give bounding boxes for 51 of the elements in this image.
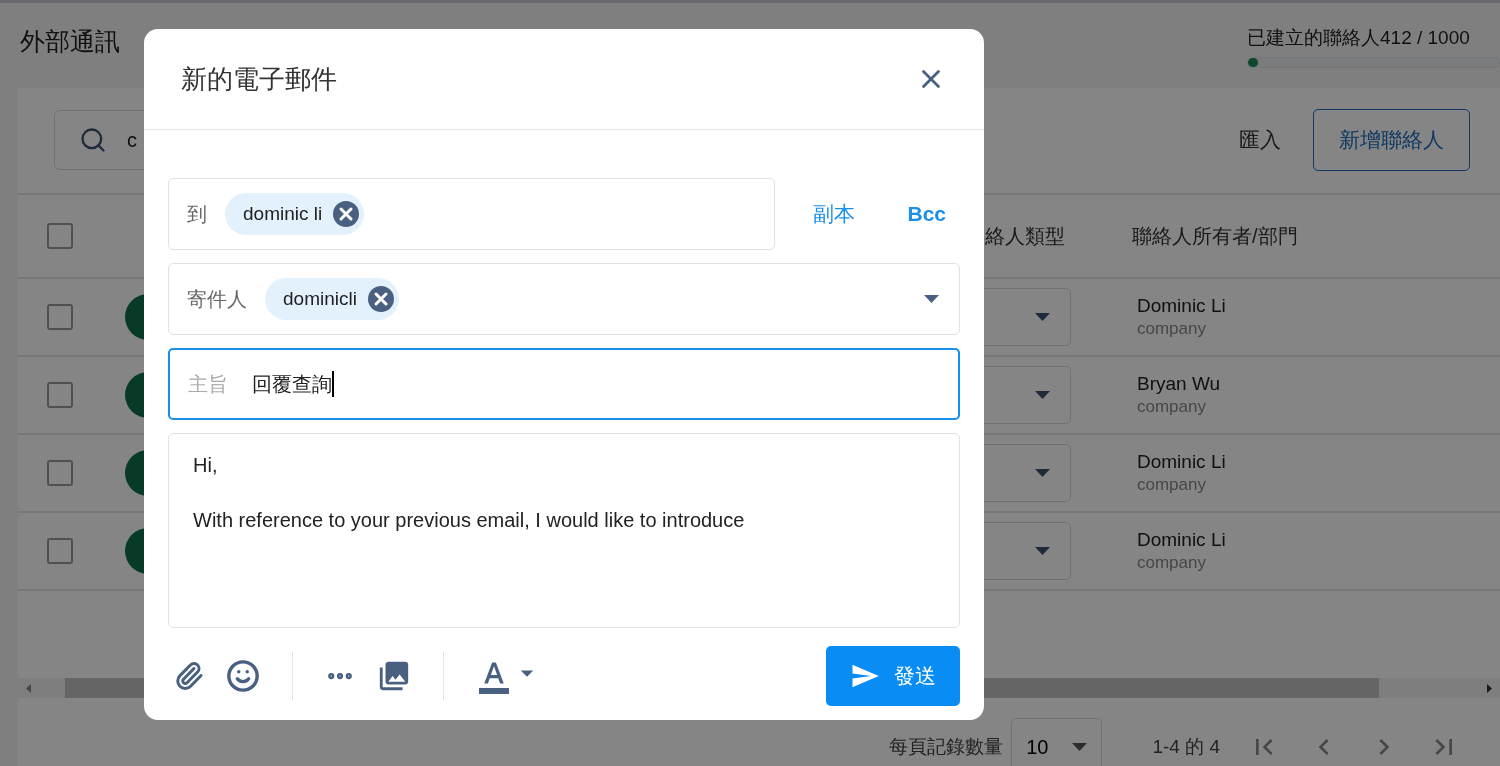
to-field[interactable]: 到 dominic li [168, 178, 776, 250]
department: company [1137, 319, 1207, 339]
paperclip-icon[interactable] [174, 661, 204, 691]
dialog-title: 新的電子郵件 [181, 62, 337, 96]
contact-count: 已建立的聯絡人412 / 1000 [1247, 26, 1471, 50]
subject-text: 回覆查詢 [251, 371, 332, 397]
owner-name: Dominic Li [1137, 451, 1227, 473]
remove-icon[interactable] [332, 200, 361, 228]
message-body[interactable]: Hi, With reference to your previous email, I would like to introduce [168, 433, 960, 628]
checkbox[interactable] [47, 382, 73, 408]
checkbox[interactable] [47, 223, 73, 249]
page-range: 1-4 的 4 [1152, 735, 1220, 759]
rows-per-page-select[interactable]: 10 [1011, 718, 1103, 766]
column-header: 聯絡人所有者/部門 [1131, 223, 1299, 249]
search-text: c [127, 128, 137, 152]
cc-link[interactable]: 副本 [799, 200, 870, 228]
caret-icon[interactable] [1035, 547, 1050, 555]
smiley-icon[interactable] [226, 659, 260, 693]
department: company [1137, 397, 1207, 417]
checkbox[interactable] [47, 304, 73, 330]
search-icon [79, 126, 107, 154]
owner-name: Dominic Li [1137, 295, 1227, 317]
remove-icon[interactable] [366, 285, 395, 313]
recipient-chip[interactable]: dominic li [225, 193, 365, 235]
caret-icon[interactable] [924, 295, 939, 303]
sender-chip[interactable]: dominicli [265, 278, 399, 320]
department: company [1137, 475, 1207, 495]
message-text: Hi, [193, 454, 219, 477]
field-label: 主旨 [188, 371, 228, 397]
import-button[interactable]: 匯入 [1235, 109, 1285, 171]
owner-name: Bryan Wu [1137, 373, 1222, 395]
images-icon[interactable] [377, 659, 411, 693]
message-text: With reference to your previous email, I would like to introduce [193, 509, 746, 532]
caret-icon[interactable] [1072, 743, 1088, 751]
subject-field[interactable]: 主旨 回覆查詢 [168, 348, 960, 420]
column-header: 絡人類型 [984, 223, 1066, 249]
field-label: 到 [187, 201, 207, 227]
caret-icon[interactable] [1035, 391, 1050, 399]
caret-icon[interactable] [1035, 469, 1050, 477]
field-label: 寄件人 [187, 286, 247, 312]
checkbox[interactable] [47, 538, 73, 564]
rows-per-page-label: 每頁記錄數量 [889, 735, 1004, 759]
scroll-left-icon[interactable] [26, 683, 31, 693]
scroll-right-icon[interactable] [1487, 683, 1492, 693]
page-title: 外部通訊 [20, 26, 120, 57]
department: company [1137, 553, 1207, 573]
caret-icon[interactable] [1035, 313, 1050, 321]
text-cursor [332, 371, 334, 397]
sender-field[interactable]: 寄件人 dominicli [168, 263, 960, 335]
owner-name: Dominic Li [1137, 529, 1227, 551]
checkbox[interactable] [47, 460, 73, 486]
